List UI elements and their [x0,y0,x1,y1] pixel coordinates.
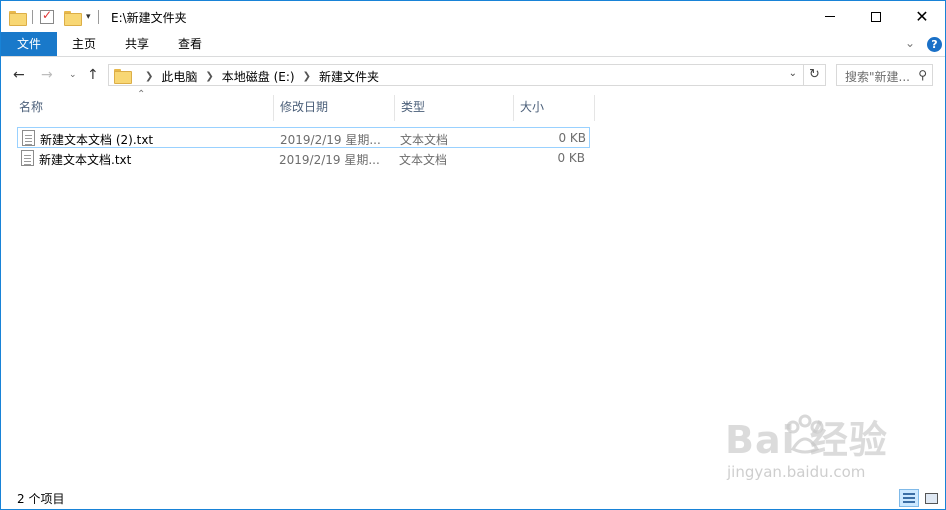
status-bar: 2 个项目 [1,487,945,509]
file-type: 文本文档 [399,153,448,167]
window-title: E:\新建文件夹 [111,11,187,25]
column-type[interactable]: 类型 [395,95,513,121]
title-bar: ▾ E:\新建文件夹 ✕ [1,1,945,32]
quick-access-toolbar: ▾ [9,7,102,27]
maximize-icon [871,11,881,22]
properties-icon[interactable] [40,8,54,24]
file-row[interactable]: 新建文本文档.txt 2019/2/19 星期... 文本文档 0 KB [17,148,590,169]
qat-dropdown-icon[interactable]: ▾ [86,12,91,22]
close-button[interactable]: ✕ [899,1,945,32]
new-folder-icon[interactable] [64,10,82,26]
qat-separator [97,10,99,24]
close-icon: ✕ [915,6,929,26]
tab-share[interactable]: 共享 [111,32,163,56]
breadcrumb-new-folder[interactable]: 新建文件夹 [319,68,379,85]
paw-logo-icon [786,414,824,454]
column-size[interactable]: 大小 [514,95,594,121]
search-box[interactable]: 搜索"新建... ⚲ [836,64,933,86]
minimize-icon [825,16,835,17]
chevron-right-icon[interactable]: ❯ [205,71,213,82]
chevron-right-icon[interactable]: ❯ [303,71,311,82]
column-modified[interactable]: 修改日期 [274,95,394,121]
file-type: 文本文档 [400,133,449,147]
folder-icon [114,69,132,84]
file-name: 新建文本文档 (2).txt [40,133,154,147]
address-bar[interactable]: ❯ 此电脑 ❯ 本地磁盘 (E:) ❯ 新建文件夹 ⌄ [108,64,804,86]
item-count: 2 个项目 [17,492,65,506]
column-divider[interactable] [594,95,595,121]
qat-separator [32,10,33,24]
explorer-window: ▾ E:\新建文件夹 ✕ 文件 主页 共享 查看 ⌄ ? ← → ⌄ ↑ ❯ 此… [0,0,946,510]
large-icons-view-button[interactable] [921,489,941,507]
forward-arrow-icon[interactable]: → [41,66,53,84]
column-headers: ⌃ 名称 修改日期 类型 大小 [13,89,595,121]
refresh-icon[interactable]: ↻ [804,64,826,86]
expand-ribbon-icon[interactable]: ⌄ [905,36,915,50]
file-modified: 2019/2/19 星期... [280,133,381,147]
tab-view[interactable]: 查看 [165,32,215,56]
baidu-watermark: Bai 经验 jingyan.baidu.com [725,409,925,489]
ribbon-tabs: 文件 主页 共享 查看 ⌄ ? [1,32,945,57]
breadcrumb: ❯ 此电脑 ❯ 本地磁盘 (E:) ❯ 新建文件夹 [137,68,379,85]
text-file-icon [21,150,34,166]
chevron-right-icon[interactable]: ❯ [145,71,153,82]
folder-icon [9,10,27,26]
file-size: 0 KB [558,131,586,145]
large-icons-view-icon [925,493,938,504]
back-arrow-icon[interactable]: ← [13,66,25,84]
breadcrumb-local-disk[interactable]: 本地磁盘 (E:) [222,68,295,85]
details-view-button[interactable] [899,489,919,507]
search-icon: ⚲ [918,68,927,82]
maximize-button[interactable] [853,1,899,32]
details-view-icon [903,493,915,503]
column-name[interactable]: 名称 [13,95,273,121]
breadcrumb-this-pc[interactable]: 此电脑 [161,68,197,85]
file-name: 新建文本文档.txt [39,153,132,167]
address-dropdown-icon[interactable]: ⌄ [789,68,797,79]
tab-home[interactable]: 主页 [59,32,109,56]
file-modified: 2019/2/19 星期... [279,153,380,167]
help-icon[interactable]: ? [927,37,942,52]
up-arrow-icon[interactable]: ↑ [87,66,99,84]
search-placeholder: 搜索"新建... [845,70,910,84]
watermark-url: jingyan.baidu.com [727,463,866,481]
file-size: 0 KB [557,151,585,165]
recent-locations-icon[interactable]: ⌄ [69,66,77,84]
tab-file[interactable]: 文件 [1,32,57,56]
minimize-button[interactable] [807,1,853,32]
file-row[interactable]: 新建文本文档 (2).txt 2019/2/19 星期... 文本文档 0 KB [17,127,590,148]
text-file-icon [22,130,35,146]
